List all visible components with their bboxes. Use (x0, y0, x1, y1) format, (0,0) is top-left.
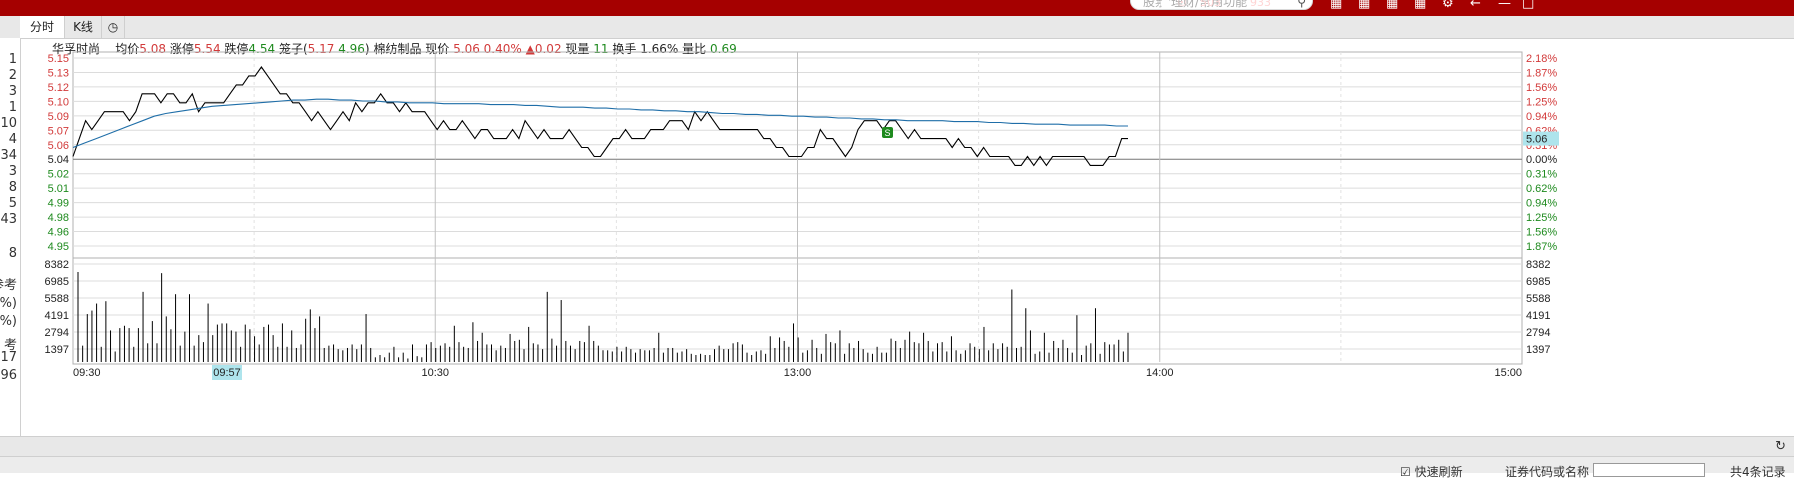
time-axis-label: 10:30 (421, 367, 449, 379)
avg-price-line (72, 98, 1128, 149)
volume-tick-label-right: 8382 (1526, 259, 1550, 271)
intraday-chart[interactable]: 5.15 2.18% 5.13 1.87% 5.12 1.56% 5.10 1.25% 5.09… (0, 0, 1794, 472)
pct-tick-label: 1.56% (1526, 82, 1557, 94)
pct-tick-label: 1.87% (1526, 241, 1557, 253)
price-tick-label: 5.12 (48, 82, 69, 94)
price-tick-label: 5.04 (48, 154, 69, 166)
volume-tick-label: 6985 (45, 276, 69, 288)
signal-badge-text: S (884, 128, 890, 138)
volume-tick-label: 5588 (45, 293, 69, 305)
pct-tick-label: 1.25% (1526, 96, 1557, 108)
refresh-icon[interactable]: ↻ (1775, 439, 1786, 454)
price-tick-label: 4.95 (48, 241, 69, 253)
pct-tick-label: 1.87% (1526, 67, 1557, 79)
price-tick-label: 5.15 (48, 53, 69, 65)
code-input[interactable] (1593, 463, 1705, 477)
pct-tick-label: 1.56% (1526, 227, 1557, 239)
volume-tick-label: 2794 (45, 327, 69, 339)
pct-tick-label: 2.18% (1526, 53, 1557, 65)
volume-tick-label-right: 5588 (1526, 293, 1550, 305)
volume-tick-label-right: 6985 (1526, 276, 1550, 288)
chart-footer-bar: ↻ (0, 436, 1794, 457)
pct-tick-label: 0.62% (1526, 183, 1557, 195)
time-axis-label: 15:00 (1494, 367, 1522, 379)
pct-tick-label: 1.25% (1526, 212, 1557, 224)
price-tick-label: 5.13 (48, 67, 69, 79)
price-tick-label: 5.09 (48, 111, 69, 123)
time-axis-label: 09:30 (73, 367, 101, 379)
price-tick-label: 5.02 (48, 169, 69, 181)
volume-tick-label-right: 1397 (1526, 344, 1550, 356)
price-tick-label: 5.01 (48, 183, 69, 195)
pct-tick-label: 0.31% (1526, 169, 1557, 181)
cursor-time-label: 09:57 (213, 367, 241, 379)
price-tick-label: 5.06 (48, 140, 69, 152)
price-tick-label: 5.10 (48, 96, 69, 108)
pct-tick-label: 0.00% (1526, 154, 1557, 166)
bottom-toolbar: ☑ 快速刷新 证券代码或名称 共4条记录 (0, 456, 1794, 479)
volume-tick-label-right: 2794 (1526, 327, 1550, 339)
price-tick-label: 5.07 (48, 125, 69, 137)
volume-tick-label: 8382 (45, 259, 69, 271)
current-price-label: 5.06 (1526, 134, 1547, 146)
pct-tick-label: 0.94% (1526, 198, 1557, 210)
time-axis-label: 14:00 (1146, 367, 1174, 379)
time-axis-label: 13:00 (784, 367, 812, 379)
pct-tick-label: 0.94% (1526, 111, 1557, 123)
price-tick-label: 4.98 (48, 212, 69, 224)
volume-tick-label: 1397 (45, 344, 69, 356)
volume-tick-label: 4191 (45, 310, 69, 322)
price-tick-label: 4.96 (48, 227, 69, 239)
volume-tick-label-right: 4191 (1526, 310, 1550, 322)
price-tick-label: 4.99 (48, 198, 69, 210)
